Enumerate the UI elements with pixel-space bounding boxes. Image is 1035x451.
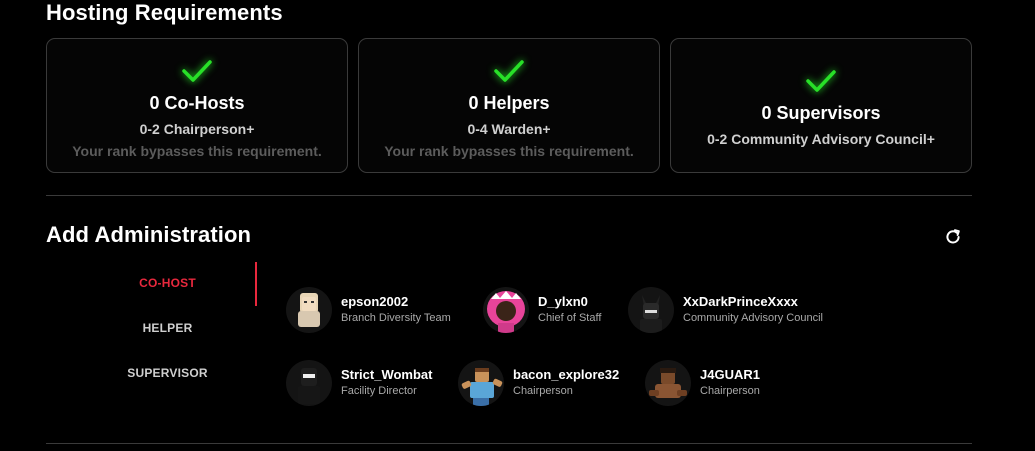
tab-supervisor[interactable]: SUPERVISOR xyxy=(80,350,255,395)
tab-helper[interactable]: HELPER xyxy=(80,305,255,350)
user-name: bacon_explore32 xyxy=(513,367,620,382)
avatar xyxy=(458,360,504,406)
requirement-bypass-note: Your rank bypasses this requirement. xyxy=(72,143,322,159)
user-card-bacon-explore32[interactable]: bacon_explore32 Chairperson xyxy=(458,360,645,406)
requirements-row: 0 Co-Hosts 0-2 Chairperson+ Your rank by… xyxy=(46,38,972,173)
requirement-card-co-hosts: 0 Co-Hosts 0-2 Chairperson+ Your rank by… xyxy=(46,38,348,173)
requirement-count: 0 Helpers xyxy=(468,93,550,113)
refresh-icon xyxy=(946,229,960,244)
section-divider xyxy=(46,195,972,196)
user-name: XxDarkPrinceXxxx xyxy=(683,294,798,309)
requirement-rank: 0-2 Chairperson+ xyxy=(139,121,255,137)
user-name: D_ylxn0 xyxy=(538,294,588,309)
requirement-count: 0 Supervisors xyxy=(761,103,881,123)
requirement-card-helpers: 0 Helpers 0-4 Warden+ Your rank bypasses… xyxy=(358,38,660,173)
add-administration-title: Add Administration xyxy=(46,222,252,247)
requirement-bypass-note: Your rank bypasses this requirement. xyxy=(384,143,634,159)
requirement-count: 0 Co-Hosts xyxy=(149,93,245,113)
section-divider xyxy=(46,443,972,444)
user-card-strict-wombat[interactable]: Strict_Wombat Facility Director xyxy=(286,360,458,406)
active-tab-indicator xyxy=(255,262,257,306)
check-icon xyxy=(181,55,213,87)
user-role: Community Advisory Council xyxy=(683,312,823,324)
user-name: epson2002 xyxy=(341,294,409,309)
user-name: Strict_Wombat xyxy=(341,367,433,382)
user-card-d-ylxn0[interactable]: D_ylxn0 Chief of Staff xyxy=(483,287,628,333)
user-role: Facility Director xyxy=(341,385,417,397)
user-name: J4GUAR1 xyxy=(700,367,760,382)
user-list: epson2002 Branch Diversity Team D_ylxn0 … xyxy=(286,287,823,433)
avatar xyxy=(286,287,332,333)
user-card-xxdarkprincexxxx[interactable]: XxDarkPrinceXxxx Community Advisory Coun… xyxy=(628,287,823,333)
refresh-button[interactable] xyxy=(943,227,963,247)
hosting-requirements-title: Hosting Requirements xyxy=(46,0,283,25)
user-row: epson2002 Branch Diversity Team D_ylxn0 … xyxy=(286,287,823,333)
requirement-rank: 0-2 Community Advisory Council+ xyxy=(707,131,935,147)
avatar xyxy=(628,287,674,333)
requirement-card-supervisors: 0 Supervisors 0-2 Community Advisory Cou… xyxy=(670,38,972,173)
role-tabs: CO-HOST HELPER SUPERVISOR xyxy=(80,260,255,395)
avatar xyxy=(645,360,691,406)
user-row: Strict_Wombat Facility Director bacon_ex… xyxy=(286,360,823,406)
user-role: Chairperson xyxy=(513,385,573,397)
user-role: Chairperson xyxy=(700,385,760,397)
requirement-rank: 0-4 Warden+ xyxy=(467,121,551,137)
avatar xyxy=(286,360,332,406)
tab-co-host[interactable]: CO-HOST xyxy=(80,260,255,305)
check-icon xyxy=(805,65,837,97)
user-role: Chief of Staff xyxy=(538,312,602,324)
avatar xyxy=(483,287,529,333)
check-icon xyxy=(493,55,525,87)
page: Hosting Requirements 0 Co-Hosts 0-2 Chai… xyxy=(0,0,1035,451)
user-card-j4guar1[interactable]: J4GUAR1 Chairperson xyxy=(645,360,760,406)
user-card-epson2002[interactable]: epson2002 Branch Diversity Team xyxy=(286,287,483,333)
user-role: Branch Diversity Team xyxy=(341,312,451,324)
